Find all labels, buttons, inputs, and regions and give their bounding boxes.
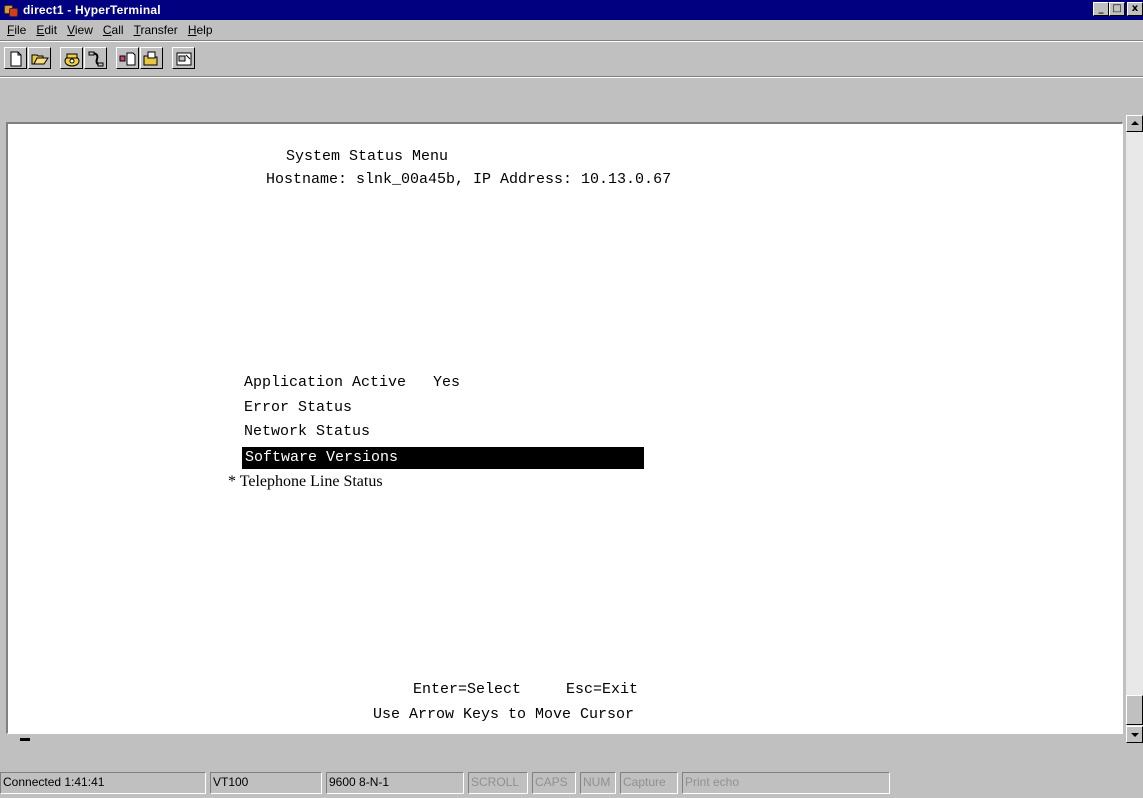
status-bar: Connected 1:41:41 VT100 9600 8-N-1 SCROL…: [0, 762, 1143, 798]
menu-edit[interactable]: Edit: [31, 23, 62, 37]
minimize-button[interactable]: _: [1093, 2, 1109, 16]
menu-edit-label: dit: [44, 23, 58, 37]
hyperterminal-app-icon[interactable]: [3, 2, 19, 18]
disconnect-icon: [88, 51, 104, 67]
open-icon: [31, 54, 49, 65]
menu-call-accel: C: [102, 23, 112, 37]
new-connection-button[interactable]: [4, 47, 27, 69]
menu-option-network-status[interactable]: Network Status: [244, 423, 370, 440]
status-print-echo: Print echo: [682, 772, 890, 794]
terminal-heading: System Status Menu: [286, 148, 449, 165]
menu-call-label: all: [111, 23, 124, 37]
application-active-value: Yes: [433, 374, 461, 391]
toolbar-divider-bottom: [0, 76, 1143, 78]
menu-view-accel: V: [67, 23, 75, 37]
send-icon: [119, 52, 136, 66]
properties-icon: [176, 52, 192, 66]
new-icon: [10, 51, 22, 67]
properties-button[interactable]: [172, 47, 195, 69]
close-button[interactable]: x: [1127, 2, 1143, 16]
window-title: direct1 - HyperTerminal: [23, 3, 161, 17]
open-button[interactable]: [28, 47, 51, 69]
menu-bar: File Edit View Call Transfer Help: [0, 20, 1143, 40]
status-num: NUM: [580, 772, 616, 794]
status-scroll: SCROLL: [468, 772, 528, 794]
maximize-button[interactable]: □: [1109, 2, 1125, 16]
menu-view[interactable]: View: [62, 23, 98, 37]
status-caps: CAPS: [532, 772, 576, 794]
send-button[interactable]: [116, 47, 139, 69]
text-cursor: [20, 738, 30, 741]
status-emulation: VT100: [210, 772, 322, 794]
scroll-thumb[interactable]: [1126, 695, 1143, 725]
menu-help[interactable]: Help: [183, 23, 218, 37]
terminal-help-select-exit: Enter=Select Esc=Exit: [413, 681, 639, 698]
disconnect-button[interactable]: [84, 47, 107, 69]
terminal-screen[interactable]: System Status Menu Hostname: slnk_00a45b…: [6, 122, 1123, 741]
vertical-scrollbar[interactable]: [1126, 115, 1143, 743]
receive-button[interactable]: [140, 47, 163, 69]
menu-option-software-versions[interactable]: Software Versions: [242, 447, 644, 469]
arrow-up-icon: [1131, 121, 1139, 125]
terminal-help-arrow-keys: Use Arrow Keys to Move Cursor: [373, 706, 635, 723]
scroll-up-button[interactable]: [1126, 115, 1143, 132]
menu-option-label: Application Active: [244, 374, 407, 391]
arrow-down-icon: [1131, 733, 1139, 737]
terminal-host-line: Hostname: slnk_00a45b, IP Address: 10.13…: [266, 171, 672, 188]
call-button[interactable]: [60, 47, 83, 69]
menu-transfer[interactable]: Transfer: [129, 23, 183, 37]
connect-icon: [64, 53, 80, 67]
menu-view-label: iew: [74, 23, 93, 37]
menu-help-label: elp: [196, 23, 213, 37]
toolbar: [0, 44, 1143, 74]
menu-option-error-status[interactable]: Error Status: [244, 399, 352, 416]
receive-icon: [143, 51, 158, 66]
status-capture: Capture: [620, 772, 678, 794]
minimize-icon: _: [1098, 3, 1104, 14]
maximize-icon: □: [1112, 3, 1122, 14]
status-port-settings: 9600 8-N-1: [326, 772, 464, 794]
close-icon: x: [1131, 3, 1139, 14]
telephone-line-status-note: * Telephone Line Status: [228, 473, 383, 490]
title-bar[interactable]: direct1 - HyperTerminal _ □ x: [0, 0, 1143, 20]
toolbar-divider-top: [0, 40, 1143, 42]
scroll-down-button[interactable]: [1126, 726, 1143, 743]
status-connected-time: Connected 1:41:41: [0, 772, 206, 794]
menu-call[interactable]: Call: [98, 23, 129, 37]
menu-transfer-label: ransfer: [140, 23, 178, 37]
menu-option-application-active[interactable]: Application Active Yes: [244, 374, 460, 391]
menu-file-label: ile: [14, 23, 27, 37]
menu-file[interactable]: File: [2, 23, 31, 37]
